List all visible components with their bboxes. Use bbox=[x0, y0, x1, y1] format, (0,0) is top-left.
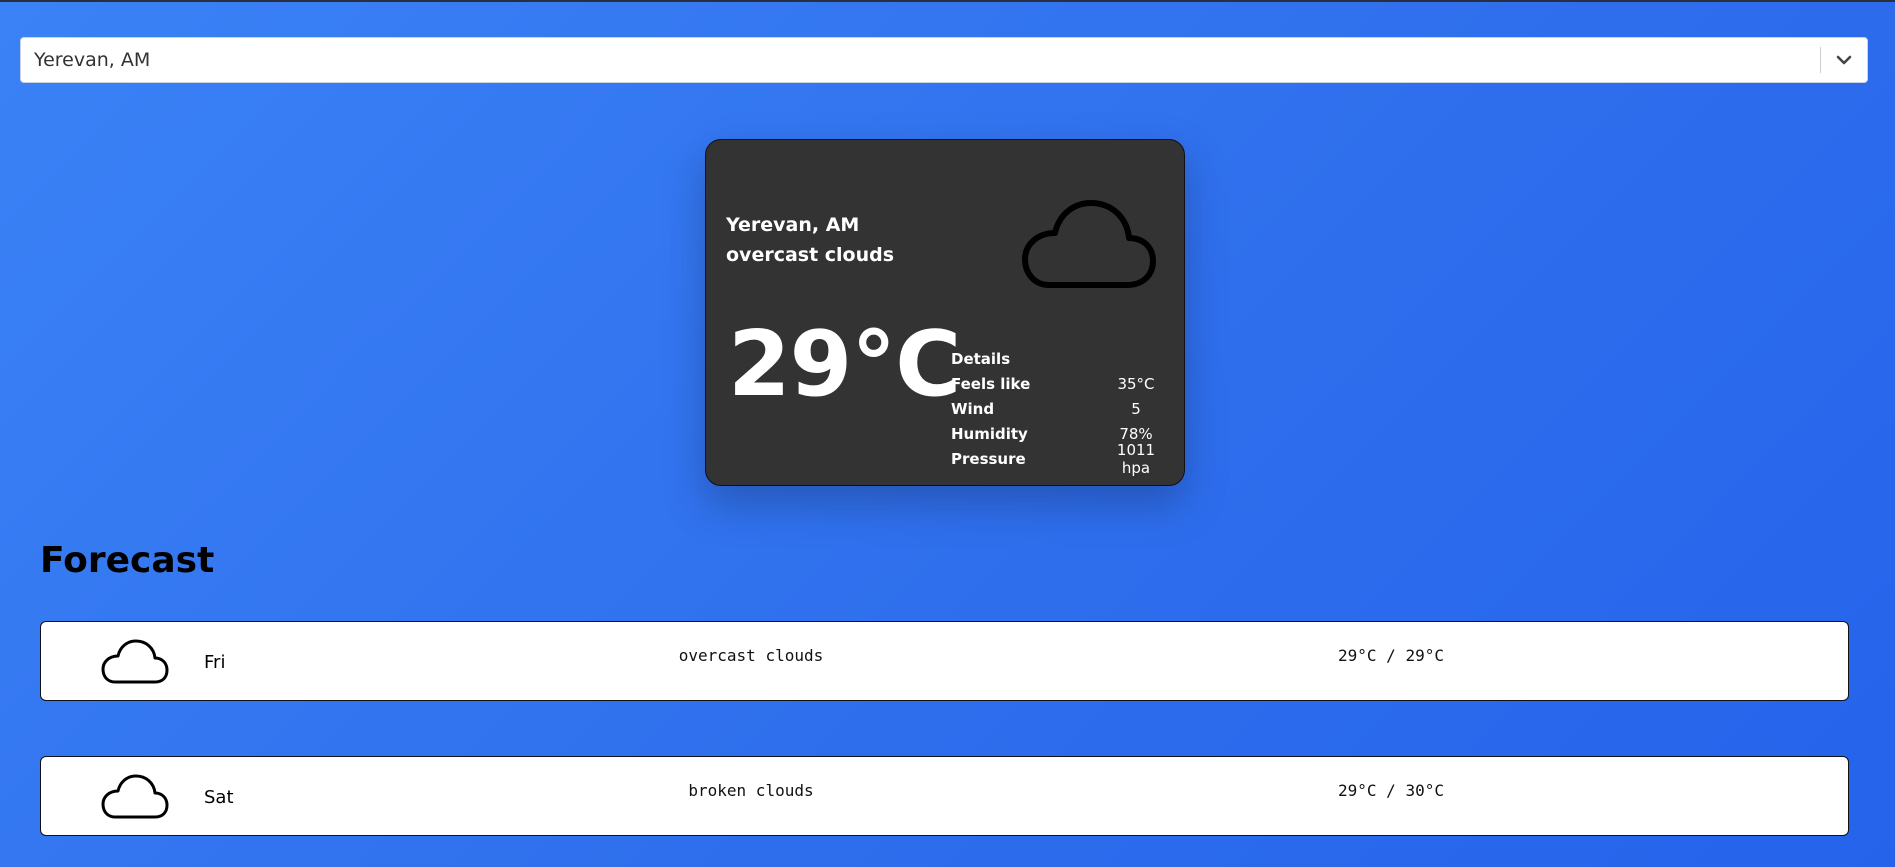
cloud-icon bbox=[101, 773, 169, 821]
forecast-temperature-range: 29°C / 30°C bbox=[1338, 781, 1444, 800]
forecast-description: broken clouds bbox=[688, 781, 814, 800]
detail-row-feels-like: Feels like 35°C bbox=[951, 371, 1181, 396]
forecast-row-sat[interactable]: Sat broken clouds 29°C / 30°C bbox=[40, 756, 1849, 836]
current-temperature: 29°C bbox=[728, 312, 961, 417]
detail-row-wind: Wind 5 bbox=[951, 396, 1181, 421]
forecast-description: overcast clouds bbox=[678, 646, 824, 665]
detail-label: Pressure bbox=[951, 449, 1026, 468]
city-search-select[interactable]: Yerevan, AM bbox=[20, 37, 1868, 83]
forecast-temperature-range: 29°C / 29°C bbox=[1338, 646, 1444, 665]
detail-label: Feels like bbox=[951, 374, 1031, 393]
cloud-icon bbox=[1019, 195, 1157, 295]
forecast-day: Sat bbox=[204, 786, 234, 808]
cloud-icon bbox=[101, 638, 169, 686]
city-select-value: Yerevan, AM bbox=[34, 49, 151, 71]
detail-label: Wind bbox=[951, 399, 995, 418]
forecast-day: Fri bbox=[204, 651, 226, 673]
forecast-title: Forecast bbox=[40, 540, 215, 581]
forecast-row-fri[interactable]: Fri overcast clouds 29°C / 29°C bbox=[40, 621, 1849, 701]
details-panel: Details Feels like 35°C Wind 5 Humidity … bbox=[951, 346, 1181, 477]
current-weather-card: Yerevan, AM overcast clouds 29°C Details… bbox=[705, 139, 1185, 486]
detail-value: 5 bbox=[1131, 399, 1141, 418]
detail-value: 35°C bbox=[1117, 374, 1155, 393]
detail-value: 1011 hpa bbox=[1116, 440, 1156, 477]
detail-label: Humidity bbox=[951, 424, 1028, 443]
current-description: overcast clouds bbox=[726, 244, 895, 266]
window-top-border bbox=[0, 0, 1895, 2]
details-heading: Details bbox=[951, 349, 1011, 368]
chevron-down-icon[interactable] bbox=[1821, 37, 1867, 83]
detail-row-pressure: Pressure 1011 hpa bbox=[951, 441, 1181, 477]
current-city: Yerevan, AM bbox=[726, 214, 860, 236]
